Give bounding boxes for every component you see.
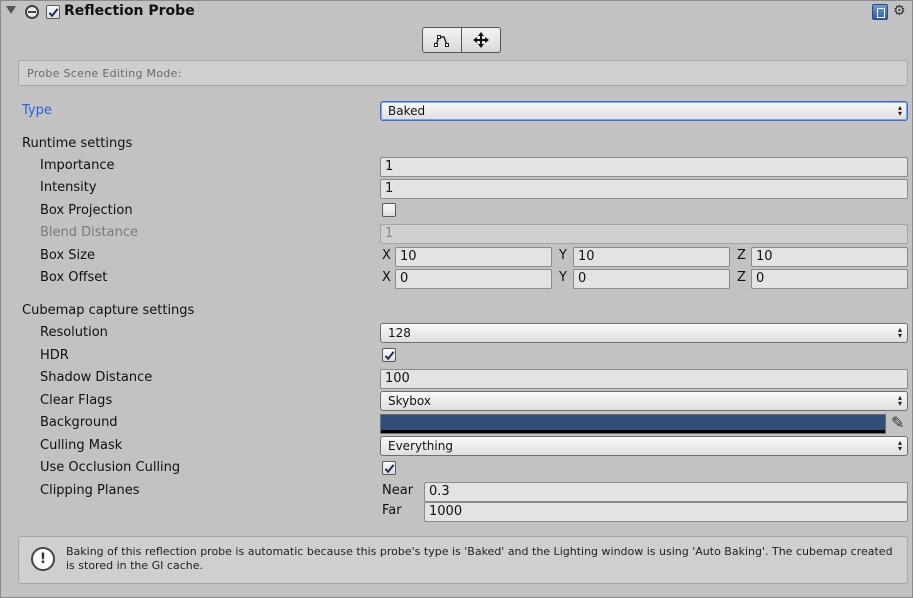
foldout-arrow-icon[interactable] [6, 6, 16, 14]
box-offset-y-axis: Y [559, 270, 567, 285]
clear-flags-dropdown[interactable]: Skybox ▴ ▾ [380, 391, 908, 411]
edit-bounds-button[interactable] [423, 28, 461, 52]
help-message: Baking of this reflection probe is autom… [66, 545, 893, 572]
blend-distance-label: Blend Distance [40, 225, 138, 240]
move-center-button[interactable] [461, 28, 500, 52]
gear-icon[interactable]: ⚙ [893, 4, 906, 18]
near-label: Near [382, 483, 414, 498]
importance-label: Importance [40, 158, 115, 173]
shadow-distance-label: Shadow Distance [40, 370, 153, 385]
reflection-probe-icon [25, 5, 39, 19]
shadow-distance-field[interactable]: 100 [380, 369, 908, 389]
culling-mask-label: Culling Mask [40, 438, 123, 453]
box-offset-x-field[interactable]: 0 [395, 269, 552, 289]
resolution-label: Resolution [40, 325, 108, 340]
box-size-z-axis: Z [737, 248, 746, 263]
clear-flags-value: Skybox [388, 394, 431, 408]
intensity-label: Intensity [40, 180, 97, 195]
importance-field[interactable]: 1 [380, 157, 908, 177]
box-size-x-axis: X [382, 248, 391, 263]
move-center-icon [473, 32, 489, 48]
edit-bounds-icon [434, 35, 449, 47]
dropdown-arrows-icon: ▴ ▾ [897, 103, 902, 118]
box-offset-z-field[interactable]: 0 [751, 269, 908, 289]
hdr-checkbox[interactable] [382, 348, 396, 362]
box-offset-y-field[interactable]: 0 [573, 269, 730, 289]
box-offset-label: Box Offset [40, 270, 108, 285]
component-title: Reflection Probe [64, 3, 195, 19]
hdr-label: HDR [40, 348, 69, 363]
help-book-icon[interactable] [872, 4, 888, 20]
box-projection-checkbox[interactable] [382, 203, 396, 217]
resolution-value: 128 [388, 326, 411, 340]
blend-distance-field: 1 [380, 224, 908, 244]
help-box: ! Baking of this reflection probe is aut… [18, 536, 908, 584]
dropdown-arrows-icon: ▴ ▾ [897, 325, 902, 340]
occlusion-culling-label: Use Occlusion Culling [40, 460, 181, 475]
box-size-z-field[interactable]: 10 [751, 247, 908, 267]
dropdown-arrows-icon: ▴ ▾ [897, 438, 902, 453]
type-label: Type [22, 103, 52, 118]
clear-flags-label: Clear Flags [40, 393, 113, 408]
box-offset-x-axis: X [382, 270, 391, 285]
resolution-dropdown[interactable]: 128 ▴ ▾ [380, 323, 908, 343]
eyedropper-icon[interactable]: ✎ [891, 415, 904, 431]
occlusion-culling-checkbox[interactable] [382, 461, 396, 475]
probe-scene-editing-mode: Probe Scene Editing Mode: [18, 60, 908, 86]
box-size-label: Box Size [40, 248, 95, 263]
far-label: Far [382, 503, 402, 518]
culling-mask-dropdown[interactable]: Everything ▴ ▾ [380, 436, 908, 456]
runtime-settings-header: Runtime settings [22, 136, 133, 151]
background-color-field[interactable] [380, 414, 886, 434]
near-clip-field[interactable]: 0.3 [424, 482, 908, 502]
box-size-x-field[interactable]: 10 [395, 247, 552, 267]
type-dropdown-value: Baked [388, 104, 426, 118]
edit-mode-toolbar [422, 27, 501, 53]
dropdown-arrows-icon: ▴ ▾ [897, 393, 902, 408]
cubemap-settings-header: Cubemap capture settings [22, 303, 195, 318]
intensity-field[interactable]: 1 [380, 179, 908, 199]
component-enabled-checkbox[interactable] [46, 5, 60, 19]
box-size-y-field[interactable]: 10 [573, 247, 730, 267]
box-projection-label: Box Projection [40, 203, 133, 218]
clipping-planes-label: Clipping Planes [40, 483, 140, 498]
box-size-y-axis: Y [559, 248, 567, 263]
background-label: Background [40, 415, 118, 430]
type-dropdown[interactable]: Baked ▴ ▾ [380, 101, 908, 121]
culling-mask-value: Everything [388, 439, 453, 453]
info-icon: ! [31, 547, 55, 571]
far-clip-field[interactable]: 1000 [424, 502, 908, 522]
box-offset-z-axis: Z [737, 270, 746, 285]
